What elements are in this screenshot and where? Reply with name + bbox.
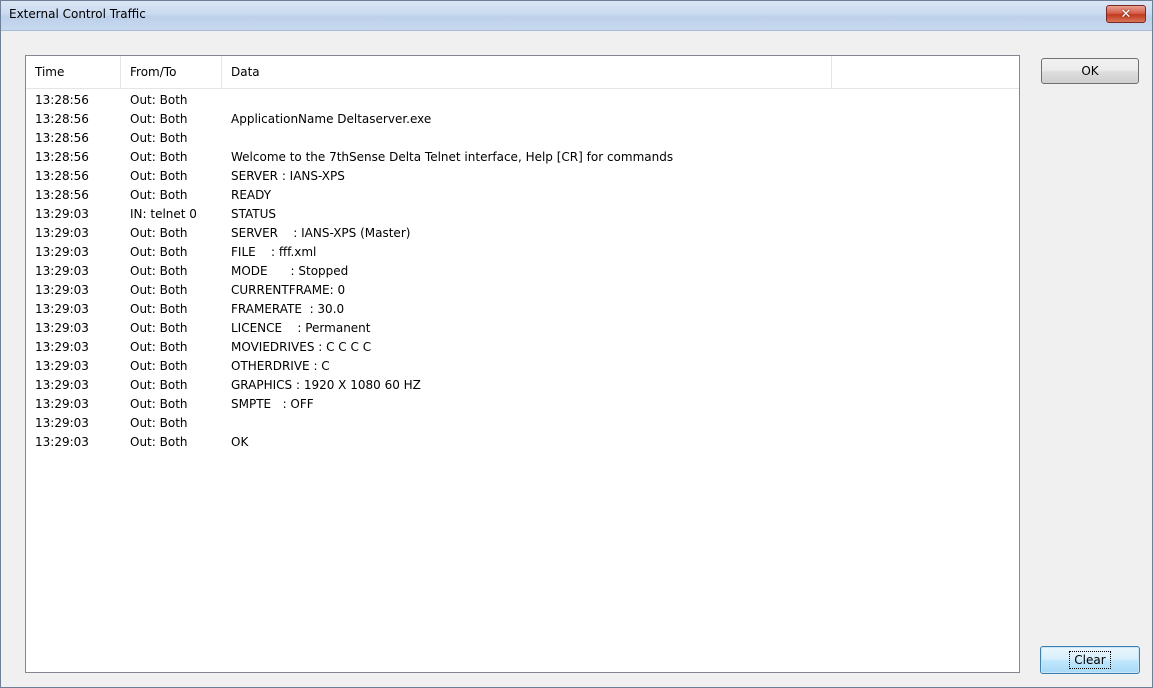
cell-from-to: Out: Both — [130, 93, 188, 107]
cell-data: Welcome to the 7thSense Delta Telnet int… — [231, 150, 674, 164]
cell-from-to: Out: Both — [130, 416, 188, 430]
cell-from-to: Out: Both — [130, 112, 188, 126]
column-header-data[interactable]: Data — [222, 56, 832, 88]
list-item[interactable]: 13:29:03 Out: Both FILE : fff.xml — [26, 243, 1019, 262]
list-item[interactable]: 13:28:56 Out: Both SERVER : IANS-XPS — [26, 167, 1019, 186]
cell-data: SERVER : IANS-XPS — [231, 169, 345, 183]
cell-time: 13:28:56 — [35, 112, 89, 126]
window-title: External Control Traffic — [9, 7, 146, 21]
list-item[interactable]: 13:28:56 Out: Both — [26, 129, 1019, 148]
cell-time: 13:29:03 — [35, 226, 89, 240]
ok-button[interactable]: OK — [1041, 58, 1139, 84]
cell-time: 13:29:03 — [35, 207, 89, 221]
cell-time: 13:28:56 — [35, 169, 89, 183]
cell-from-to: Out: Both — [130, 264, 188, 278]
cell-time: 13:29:03 — [35, 359, 89, 373]
cell-from-to: Out: Both — [130, 302, 188, 316]
cell-data: FILE : fff.xml — [231, 245, 317, 259]
close-button[interactable]: ✕ — [1106, 5, 1146, 23]
clear-button[interactable]: Clear — [1040, 646, 1140, 674]
cell-data: MODE : Stopped — [231, 264, 349, 278]
list-item[interactable]: 13:29:03 Out: Both FRAMERATE : 30.0 — [26, 300, 1019, 319]
list-item[interactable]: 13:29:03 Out: Both GRAPHICS : 1920 X 1080 … — [26, 376, 1019, 395]
list-item[interactable]: 13:29:03 Out: Both SMPTE : OFF — [26, 395, 1019, 414]
cell-time: 13:29:03 — [35, 435, 89, 449]
cell-time: 13:28:56 — [35, 131, 89, 145]
external-control-traffic-dialog: External Control Traffic ✕ Time From/To … — [0, 0, 1153, 688]
list-item[interactable]: 13:28:56 Out: Both Welcome to the 7thSense… — [26, 148, 1019, 167]
cell-from-to: Out: Both — [130, 245, 188, 259]
list-item[interactable]: 13:29:03 Out: Both LICENCE : Permanent — [26, 319, 1019, 338]
cell-from-to: Out: Both — [130, 321, 188, 335]
list-item[interactable]: 13:29:03 Out: Both CURRENTFRAME: 0 — [26, 281, 1019, 300]
cell-time: 13:29:03 — [35, 416, 89, 430]
cell-from-to: Out: Both — [130, 188, 188, 202]
column-header-empty[interactable] — [832, 56, 1019, 88]
cell-data: CURRENTFRAME: 0 — [231, 283, 346, 297]
cell-time: 13:28:56 — [35, 150, 89, 164]
list-rows: 13:28:56 Out: Both 13:28:56 Out: Both Applic… — [26, 91, 1019, 452]
cell-from-to: Out: Both — [130, 169, 188, 183]
cell-data: OK — [231, 435, 249, 449]
cell-data: READY — [231, 188, 272, 202]
title-bar[interactable]: External Control Traffic ✕ — [1, 1, 1152, 31]
cell-time: 13:29:03 — [35, 264, 89, 278]
list-item[interactable]: 13:28:56 Out: Both ApplicationName Deltase… — [26, 110, 1019, 129]
cell-data: GRAPHICS : 1920 X 1080 60 HZ — [231, 378, 421, 392]
list-item[interactable]: 13:29:03 Out: Both — [26, 414, 1019, 433]
list-header: Time From/To Data — [26, 56, 1019, 89]
list-item[interactable]: 13:29:03 Out: Both SERVER : IANS-XPS (Mast… — [26, 224, 1019, 243]
cell-data: MOVIEDRIVES : C C C C — [231, 340, 372, 354]
cell-data: ApplicationName Deltaserver.exe — [231, 112, 432, 126]
cell-data: OTHERDRIVE : C — [231, 359, 330, 373]
cell-from-to: Out: Both — [130, 359, 188, 373]
list-item[interactable]: 13:29:03 Out: Both OTHERDRIVE : C — [26, 357, 1019, 376]
traffic-list[interactable]: Time From/To Data 13:28:56 Out: Both 13:28… — [25, 55, 1020, 673]
cell-data: STATUS — [231, 207, 277, 221]
cell-from-to: Out: Both — [130, 435, 188, 449]
list-item[interactable]: 13:29:03 Out: Both MODE : Stopped — [26, 262, 1019, 281]
cell-from-to: Out: Both — [130, 378, 188, 392]
cell-time: 13:28:56 — [35, 93, 89, 107]
cell-data: LICENCE : Permanent — [231, 321, 371, 335]
cell-time: 13:29:03 — [35, 283, 89, 297]
cell-data: FRAMERATE : 30.0 — [231, 302, 345, 316]
cell-from-to: IN: telnet 0 — [130, 207, 197, 221]
cell-time: 13:29:03 — [35, 397, 89, 411]
close-icon: ✕ — [1120, 6, 1132, 22]
cell-from-to: Out: Both — [130, 283, 188, 297]
column-header-time[interactable]: Time — [26, 56, 121, 88]
cell-time: 13:29:03 — [35, 321, 89, 335]
list-item[interactable]: 13:28:56 Out: Both READY — [26, 186, 1019, 205]
cell-from-to: Out: Both — [130, 150, 188, 164]
cell-time: 13:29:03 — [35, 340, 89, 354]
column-header-from-to[interactable]: From/To — [121, 56, 222, 88]
ok-button-label: OK — [1081, 64, 1099, 78]
cell-time: 13:29:03 — [35, 245, 89, 259]
cell-from-to: Out: Both — [130, 340, 188, 354]
cell-data: SERVER : IANS-XPS (Master) — [231, 226, 411, 240]
clear-button-label: Clear — [1069, 651, 1111, 669]
list-item[interactable]: 13:29:03 Out: Both MOVIEDRIVES : C C C C — [26, 338, 1019, 357]
cell-from-to: Out: Both — [130, 226, 188, 240]
cell-from-to: Out: Both — [130, 131, 188, 145]
list-item[interactable]: 13:29:03 IN: telnet 0 STATUS — [26, 205, 1019, 224]
cell-time: 13:29:03 — [35, 302, 89, 316]
cell-time: 13:28:56 — [35, 188, 89, 202]
list-item[interactable]: 13:29:03 Out: Both OK — [26, 433, 1019, 452]
cell-data: SMPTE : OFF — [231, 397, 314, 411]
list-item[interactable]: 13:28:56 Out: Both — [26, 91, 1019, 110]
cell-time: 13:29:03 — [35, 378, 89, 392]
cell-from-to: Out: Both — [130, 397, 188, 411]
